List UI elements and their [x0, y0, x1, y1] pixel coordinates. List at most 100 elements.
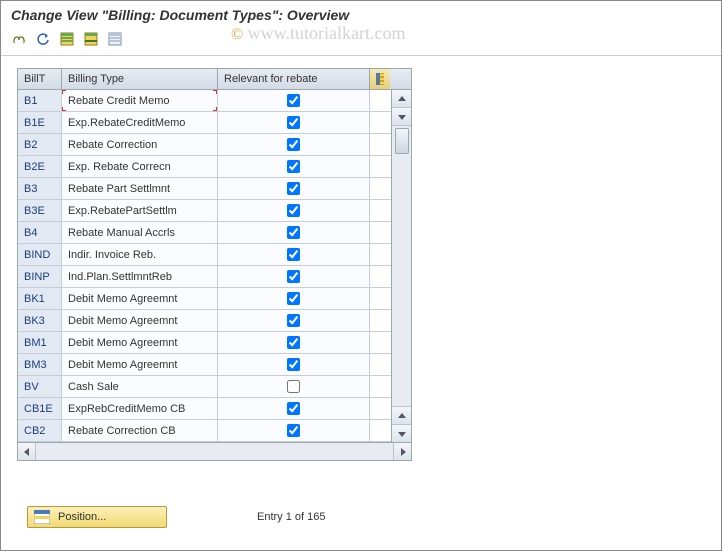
scroll-thumb[interactable] — [395, 128, 409, 154]
table-row[interactable]: BM3Debit Memo Agreemnt — [18, 354, 411, 376]
vertical-scrollbar[interactable] — [391, 90, 411, 442]
cell-billt[interactable]: CB2 — [18, 420, 62, 441]
rebate-checkbox[interactable] — [287, 248, 300, 261]
toggle-view-button[interactable] — [9, 29, 29, 49]
rebate-checkbox[interactable] — [287, 424, 300, 437]
horizontal-scrollbar[interactable] — [18, 442, 411, 460]
rebate-checkbox[interactable] — [287, 116, 300, 129]
cell-rebate — [218, 332, 370, 353]
chevron-down-icon — [398, 430, 406, 438]
cell-billt[interactable]: BM1 — [18, 332, 62, 353]
select-all-button[interactable] — [57, 29, 77, 49]
vscroll-track[interactable] — [392, 154, 411, 406]
scroll-up-step-button[interactable] — [392, 406, 411, 424]
rebate-checkbox[interactable] — [287, 380, 300, 393]
rebate-checkbox[interactable] — [287, 226, 300, 239]
cell-billing-type[interactable]: Exp. Rebate Correcn — [62, 156, 218, 177]
table-row[interactable]: B2Rebate Correction — [18, 134, 411, 156]
cell-rebate — [218, 310, 370, 331]
table-row[interactable]: B3Rebate Part Settlmnt — [18, 178, 411, 200]
cell-billing-type[interactable]: Cash Sale — [62, 376, 218, 397]
rebate-checkbox[interactable] — [287, 138, 300, 151]
cell-billt[interactable]: B3E — [18, 200, 62, 221]
table-row[interactable]: B3EExp.RebatePartSettlm — [18, 200, 411, 222]
table-header-row: BillT Billing Type Relevant for rebate — [18, 69, 411, 90]
table-row[interactable]: CB2Rebate Correction CB — [18, 420, 411, 442]
table-row[interactable]: BINPInd.Plan.SettlmntReb — [18, 266, 411, 288]
undo-button[interactable] — [33, 29, 53, 49]
cell-billing-type[interactable]: Debit Memo Agreemnt — [62, 288, 218, 309]
cell-billing-type[interactable]: Debit Memo Agreemnt — [62, 354, 218, 375]
cell-billing-type[interactable]: Indir. Invoice Reb. — [62, 244, 218, 265]
cell-billt[interactable]: B1 — [18, 90, 62, 111]
cell-billing-type[interactable]: Debit Memo Agreemnt — [62, 310, 218, 331]
table-row[interactable]: BK3Debit Memo Agreemnt — [18, 310, 411, 332]
rebate-checkbox[interactable] — [287, 270, 300, 283]
cell-billing-type[interactable]: Ind.Plan.SettlmntReb — [62, 266, 218, 287]
cell-billing-type[interactable]: Rebate Correction — [62, 134, 218, 155]
rebate-checkbox[interactable] — [287, 402, 300, 415]
position-icon — [34, 510, 50, 524]
cell-billing-type[interactable]: Rebate Credit Memo — [62, 90, 218, 111]
cell-billt[interactable]: B1E — [18, 112, 62, 133]
cell-rebate — [218, 244, 370, 265]
cell-billt[interactable]: BM3 — [18, 354, 62, 375]
select-all-icon — [60, 32, 74, 46]
cell-billt[interactable]: B4 — [18, 222, 62, 243]
cell-billing-type[interactable]: Exp.RebatePartSettlm — [62, 200, 218, 221]
rebate-checkbox[interactable] — [287, 94, 300, 107]
chevron-down-icon — [398, 113, 406, 121]
table-config-icon — [376, 73, 384, 85]
cell-billt[interactable]: BINP — [18, 266, 62, 287]
rebate-checkbox[interactable] — [287, 204, 300, 217]
cell-billt[interactable]: BIND — [18, 244, 62, 265]
selection-corner — [213, 107, 218, 111]
app-toolbar — [1, 27, 721, 56]
position-button[interactable]: Position... — [27, 506, 167, 528]
cell-billt[interactable]: B2E — [18, 156, 62, 177]
configure-columns-button[interactable] — [370, 69, 390, 89]
cell-billing-type[interactable]: Rebate Correction CB — [62, 420, 218, 441]
table-row[interactable]: B1EExp.RebateCreditMemo — [18, 112, 411, 134]
chevron-left-icon — [23, 448, 31, 456]
rebate-checkbox[interactable] — [287, 292, 300, 305]
cell-billing-type[interactable]: Debit Memo Agreemnt — [62, 332, 218, 353]
table-row[interactable]: B2EExp. Rebate Correcn — [18, 156, 411, 178]
table-row[interactable]: B4Rebate Manual Accrls — [18, 222, 411, 244]
rebate-checkbox[interactable] — [287, 336, 300, 349]
scroll-up-button[interactable] — [392, 90, 411, 108]
table-row[interactable]: BVCash Sale — [18, 376, 411, 398]
select-block-button[interactable] — [81, 29, 101, 49]
cell-billing-type[interactable]: ExpRebCreditMemo CB — [62, 398, 218, 419]
scroll-down-button[interactable] — [392, 424, 411, 442]
cell-billt[interactable]: BK1 — [18, 288, 62, 309]
scroll-down-step-button[interactable] — [392, 108, 411, 126]
table-row[interactable]: BINDIndir. Invoice Reb. — [18, 244, 411, 266]
col-header-billt[interactable]: BillT — [18, 69, 62, 89]
cell-billing-type[interactable]: Rebate Part Settlmnt — [62, 178, 218, 199]
scroll-left-button[interactable] — [18, 443, 36, 460]
rebate-checkbox[interactable] — [287, 160, 300, 173]
cell-billt[interactable]: B2 — [18, 134, 62, 155]
cell-billt[interactable]: B3 — [18, 178, 62, 199]
table-row[interactable]: B1Rebate Credit Memo — [18, 90, 411, 112]
rebate-checkbox[interactable] — [287, 358, 300, 371]
rebate-checkbox[interactable] — [287, 314, 300, 327]
deselect-all-button[interactable] — [105, 29, 125, 49]
rebate-checkbox[interactable] — [287, 182, 300, 195]
scroll-right-button[interactable] — [393, 443, 411, 460]
cell-billt[interactable]: BV — [18, 376, 62, 397]
footer-bar: Position... Entry 1 of 165 — [27, 506, 326, 528]
col-header-billing-type[interactable]: Billing Type — [62, 69, 218, 89]
table-row[interactable]: CB1EExpRebCreditMemo CB — [18, 398, 411, 420]
cell-billing-type[interactable]: Rebate Manual Accrls — [62, 222, 218, 243]
selection-corner — [213, 90, 218, 94]
cell-billing-type[interactable]: Exp.RebateCreditMemo — [62, 112, 218, 133]
glasses-icon — [12, 32, 26, 46]
col-header-rebate[interactable]: Relevant for rebate — [218, 69, 370, 89]
table-row[interactable]: BM1Debit Memo Agreemnt — [18, 332, 411, 354]
cell-billt[interactable]: BK3 — [18, 310, 62, 331]
cell-billt[interactable]: CB1E — [18, 398, 62, 419]
table-row[interactable]: BK1Debit Memo Agreemnt — [18, 288, 411, 310]
cell-rebate — [218, 112, 370, 133]
